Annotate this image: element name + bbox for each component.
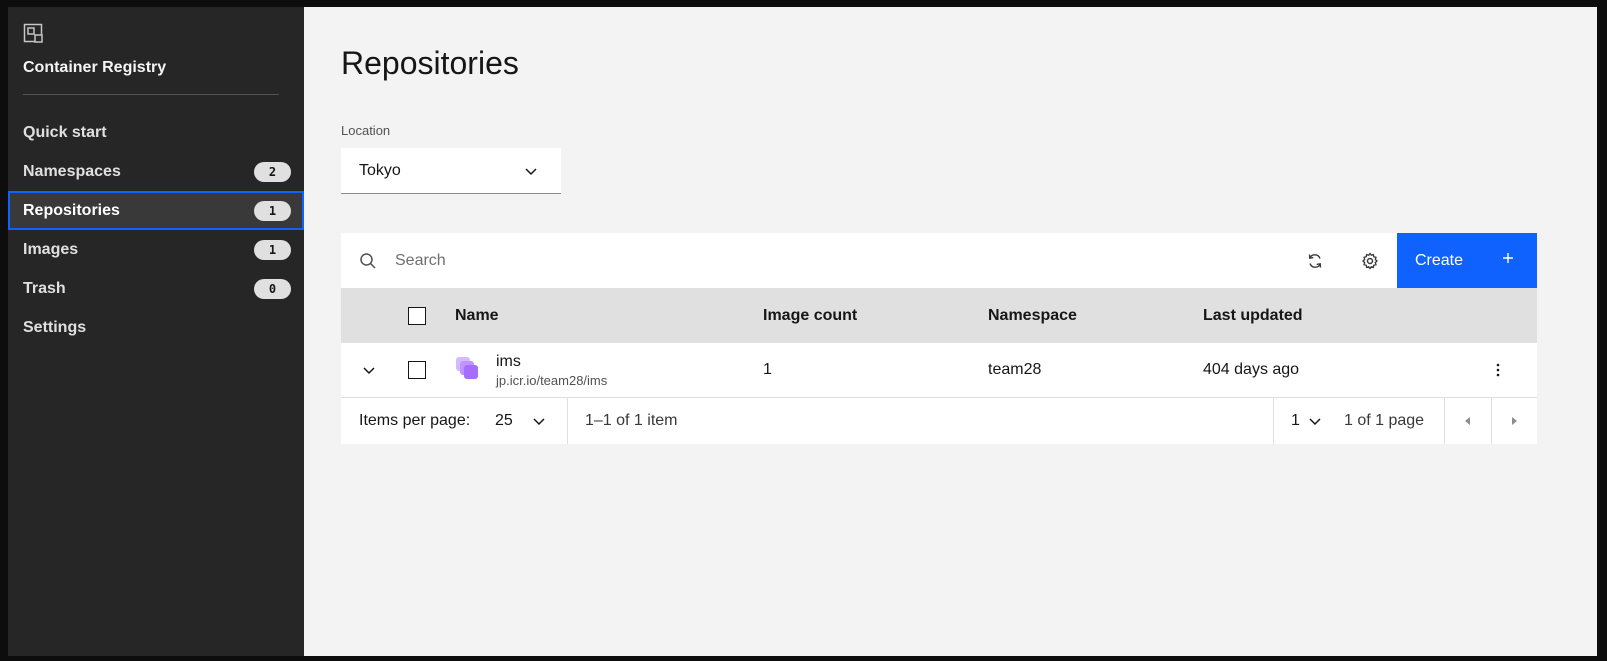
sidebar-item-label: Trash bbox=[23, 279, 66, 297]
count-badge: 1 bbox=[254, 239, 291, 260]
location-label: Location bbox=[341, 123, 391, 138]
app-title: Container Registry bbox=[23, 59, 167, 76]
overflow-menu-icon[interactable] bbox=[1489, 361, 1507, 379]
sidebar-divider bbox=[23, 94, 279, 95]
repository-name[interactable]: ims bbox=[496, 353, 521, 371]
image-count-cell: 1 bbox=[763, 361, 772, 378]
search-bar bbox=[341, 233, 1287, 288]
create-button-label: Create bbox=[1415, 251, 1464, 269]
chevron-down-icon bbox=[525, 168, 537, 176]
count-badge: 0 bbox=[254, 278, 291, 299]
header-image-count[interactable]: Image count bbox=[763, 307, 857, 325]
page-size-select[interactable]: 25 bbox=[495, 412, 513, 430]
table-row[interactable]: ims jp.icr.io/team28/ims 1 team28 404 da… bbox=[341, 343, 1537, 398]
table-toolbar: Create bbox=[341, 233, 1537, 288]
items-per-page-label: Items per page: bbox=[359, 412, 471, 429]
sidebar-item-label: Quick start bbox=[23, 123, 107, 141]
location-value: Tokyo bbox=[359, 161, 401, 179]
repository-path: jp.icr.io/team28/ims bbox=[496, 373, 608, 388]
refresh-button[interactable] bbox=[1287, 233, 1342, 288]
pagination-divider bbox=[567, 398, 568, 444]
sidebar-item-label: Settings bbox=[23, 318, 87, 336]
chevron-down-icon[interactable] bbox=[359, 360, 379, 380]
search-input[interactable] bbox=[395, 251, 1095, 270]
app-frame: Container Registry Quick start Namespace… bbox=[8, 7, 1597, 656]
sidebar-item-settings[interactable]: Settings bbox=[8, 308, 304, 347]
count-badge: 2 bbox=[254, 161, 291, 182]
table-header: Name Image count Namespace Last updated bbox=[341, 288, 1537, 343]
row-checkbox[interactable] bbox=[408, 361, 426, 379]
count-badge: 1 bbox=[254, 200, 291, 221]
page-title: Repositories bbox=[341, 45, 519, 81]
sidebar-item-images[interactable]: Images 1 bbox=[8, 230, 304, 269]
sidebar: Container Registry Quick start Namespace… bbox=[8, 7, 304, 656]
previous-page-button[interactable] bbox=[1445, 398, 1491, 444]
repository-icon bbox=[456, 357, 478, 379]
sidebar-item-namespaces[interactable]: Namespaces 2 bbox=[8, 152, 304, 191]
sidebar-item-trash[interactable]: Trash 0 bbox=[8, 269, 304, 308]
sidebar-item-quick-start[interactable]: Quick start bbox=[8, 113, 304, 152]
plus-icon bbox=[1503, 253, 1513, 263]
caret-left-icon bbox=[1465, 417, 1470, 425]
settings-button[interactable] bbox=[1342, 233, 1397, 288]
pagination: Items per page: 25 1–1 of 1 item 1 1 of … bbox=[341, 398, 1537, 444]
pagination-divider bbox=[1273, 398, 1274, 444]
sidebar-item-label: Namespaces bbox=[23, 162, 121, 180]
search-icon bbox=[360, 252, 376, 269]
chevron-down-icon[interactable] bbox=[1307, 413, 1323, 429]
sidebar-item-repositories[interactable]: Repositories 1 bbox=[8, 191, 304, 230]
header-name[interactable]: Name bbox=[455, 307, 499, 325]
current-page-select[interactable]: 1 bbox=[1291, 412, 1300, 430]
item-range: 1–1 of 1 item bbox=[585, 412, 678, 429]
refresh-icon bbox=[1308, 253, 1321, 268]
header-namespace[interactable]: Namespace bbox=[988, 307, 1077, 325]
sidebar-item-label: Repositories bbox=[23, 201, 120, 219]
select-all-checkbox[interactable] bbox=[408, 306, 426, 325]
location-dropdown[interactable]: Tokyo bbox=[341, 148, 561, 194]
create-button[interactable]: Create bbox=[1397, 233, 1537, 288]
repositories-table: Create Name Image count Namespace Last u… bbox=[341, 233, 1537, 444]
next-page-button[interactable] bbox=[1491, 398, 1537, 444]
caret-right-icon bbox=[1512, 417, 1517, 425]
namespace-cell: team28 bbox=[988, 361, 1042, 378]
gear-icon bbox=[1361, 251, 1378, 270]
header-last-updated[interactable]: Last updated bbox=[1203, 307, 1303, 325]
container-registry-icon bbox=[23, 23, 43, 43]
last-updated-cell: 404 days ago bbox=[1203, 361, 1300, 378]
page-total: 1 of 1 page bbox=[1344, 412, 1425, 429]
main-content: Repositories Location Tokyo Search Creat… bbox=[304, 7, 1597, 656]
sidebar-nav: Quick start Namespaces 2 Repositories 1 … bbox=[8, 113, 304, 347]
chevron-down-icon[interactable] bbox=[531, 413, 547, 429]
sidebar-item-label: Images bbox=[23, 240, 79, 258]
